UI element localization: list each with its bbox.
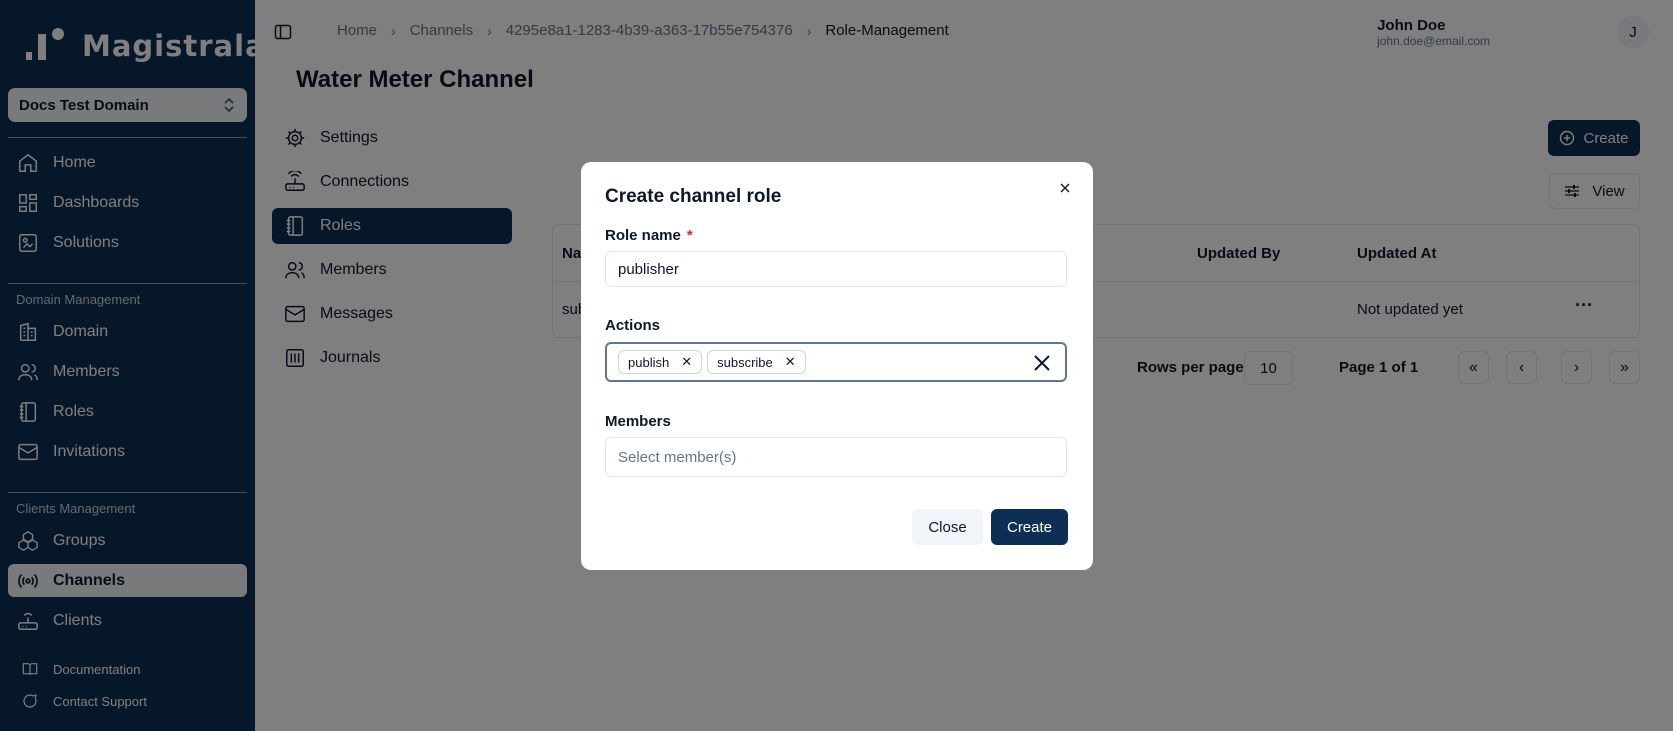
role-name-value: publisher [618, 260, 679, 278]
actions-label: Actions [605, 317, 661, 334]
remove-chip-icon[interactable]: ✕ [681, 354, 692, 370]
role-name-label: Role name * [605, 227, 693, 244]
close-button[interactable]: Close [912, 509, 983, 545]
dialog-title: Create channel role [605, 186, 782, 207]
remove-chip-icon[interactable]: ✕ [785, 354, 796, 370]
required-marker: * [686, 227, 693, 244]
chip-label: subscribe [717, 354, 773, 370]
action-chip-publish: publish ✕ [618, 350, 703, 374]
role-name-label-text: Role name [605, 227, 681, 244]
role-name-input[interactable]: publisher [605, 251, 1067, 287]
actions-multiselect[interactable]: publish ✕ subscribe ✕ [605, 342, 1067, 382]
clear-all-icon[interactable] [1033, 354, 1051, 372]
create-button[interactable]: Create [991, 509, 1068, 545]
chip-label: publish [628, 354, 670, 370]
close-icon[interactable] [1057, 180, 1073, 196]
create-role-dialog: Create channel role Role name * publisher… [581, 162, 1093, 570]
members-placeholder: Select member(s) [618, 448, 737, 466]
members-label: Members [605, 413, 671, 430]
members-select[interactable]: Select member(s) [605, 437, 1067, 477]
action-chip-subscribe: subscribe ✕ [707, 350, 806, 374]
